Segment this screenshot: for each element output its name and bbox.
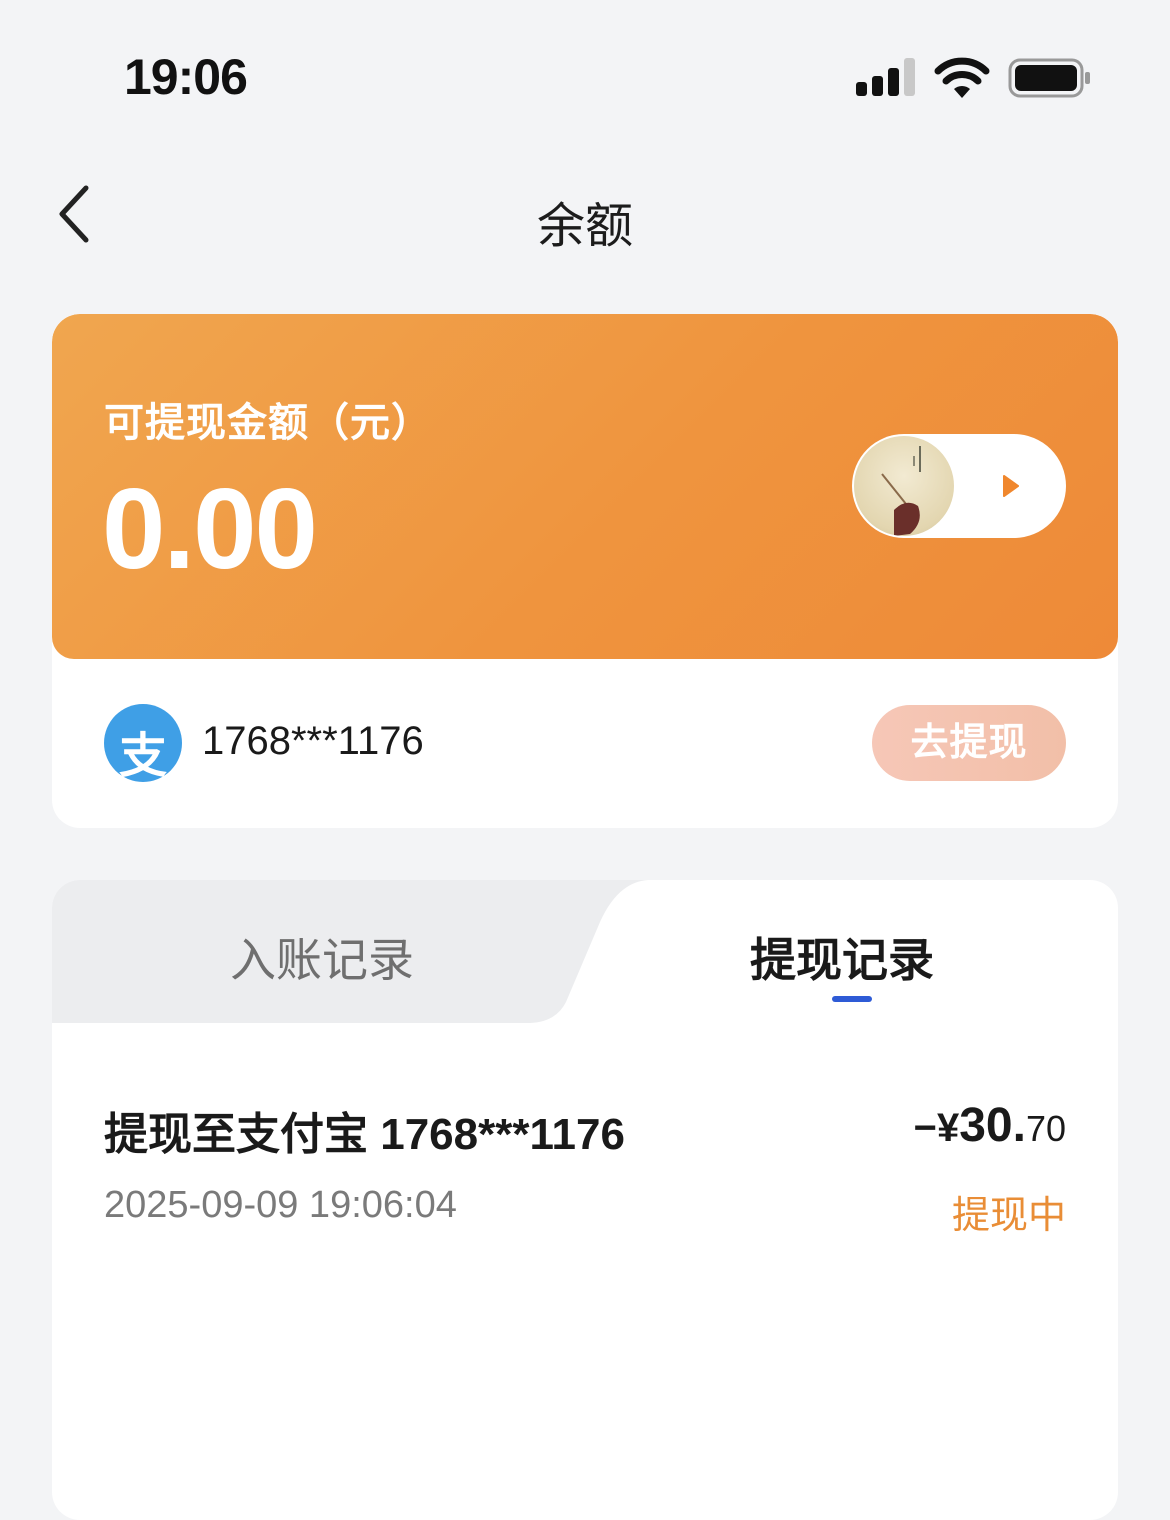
list-item[interactable]: 提现至支付宝 1768***1176 2025-09-09 19:06:04 −… [52,1080,1118,1237]
record-title: 提现至支付宝 1768***1176 [104,1110,625,1159]
tab-bar-background [52,880,648,1023]
alipay-icon: 支 [104,704,182,783]
status-badge: 提现中 [951,1195,1066,1237]
amount-integer: 30. [959,1099,1026,1152]
balance-header: 可提现金额（元） 0.00 [52,314,1118,659]
record-amount: −¥30.70 [914,1098,1066,1153]
status-bar: 19:06 [0,0,1170,140]
play-icon [1003,475,1019,497]
wifi-icon [934,57,990,98]
nav-bar: 余额 [0,150,1170,280]
battery-icon [1008,58,1090,98]
status-time: 19:06 [124,49,248,105]
amount-decimal: 70 [1025,1108,1066,1149]
tab-income-records[interactable]: 入账记录 [230,924,414,990]
media-toggle[interactable] [852,434,1066,538]
record-time: 2025-09-09 19:06:04 [104,1184,457,1226]
withdraw-button[interactable]: 去提现 [872,705,1066,781]
page-title: 余额 [536,200,633,253]
balance-card: 可提现金额（元） 0.00 支 1768***1176 去提现 [52,314,1118,828]
toggle-thumb-image [854,436,954,536]
available-amount: 0.00 [102,466,318,593]
alipay-account: 1768***1176 [202,719,424,763]
signal-icon [856,58,916,96]
active-tab-indicator [832,996,872,1002]
records-panel: 入账记录 提现记录 提现至支付宝 1768***1176 2025-09-09 … [52,880,1118,1520]
withdraw-account-row: 支 1768***1176 去提现 [52,659,1118,828]
tab-withdraw-records[interactable]: 提现记录 [750,924,934,990]
amount-sign: −¥ [913,1106,960,1150]
available-amount-label: 可提现金额（元） [104,401,432,445]
